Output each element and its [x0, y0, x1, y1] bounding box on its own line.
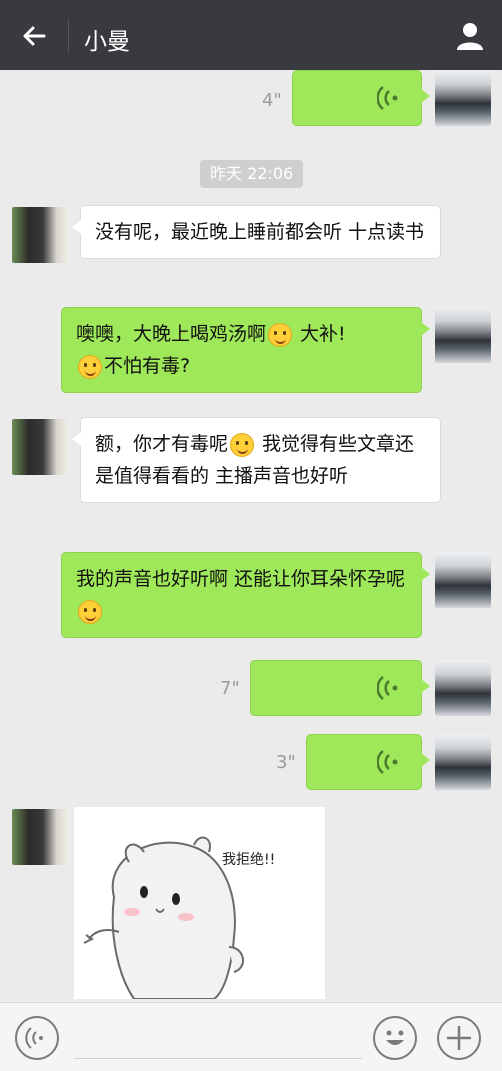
plus-icon: [447, 1026, 471, 1050]
sticker-text: 我拒绝!!: [222, 852, 276, 868]
message-list[interactable]: 4" 昨天 22:06 没有呢，最近晚上睡前都会听 十点读书 噢噢，大晚上喝鸡汤…: [0, 70, 502, 1002]
voice-wave-icon: [377, 86, 398, 110]
contact-avatar[interactable]: [12, 207, 68, 263]
message-text: 噢噢，大晚上喝鸡汤啊: [76, 323, 267, 345]
message-bubble-outgoing[interactable]: 我的声音也好听啊 还能让你耳朵怀孕呢: [61, 552, 430, 638]
emoji-button[interactable]: [373, 1016, 417, 1060]
voice-message-bubble[interactable]: [250, 660, 430, 716]
back-arrow-icon[interactable]: [18, 20, 50, 52]
voice-duration: 3": [276, 752, 296, 773]
timestamp: 昨天 22:06: [200, 160, 304, 188]
contact-avatar[interactable]: [12, 809, 68, 865]
more-button[interactable]: [437, 1016, 481, 1060]
message-input[interactable]: [74, 1058, 362, 1059]
person-icon[interactable]: [454, 20, 486, 52]
message-bubble-incoming[interactable]: 没有呢，最近晚上睡前都会听 十点读书: [72, 205, 441, 259]
hamster-sticker-icon: [83, 836, 244, 1000]
message-bubble-outgoing[interactable]: 噢噢，大晚上喝鸡汤啊 大补! 不怕有毒?: [61, 307, 430, 393]
voice-toggle-button[interactable]: [15, 1016, 59, 1060]
voice-wave-icon: [377, 750, 398, 774]
smirk-emoji-icon: [78, 354, 102, 379]
message-bubble-incoming[interactable]: 额，你才有毒呢 我觉得有些文章还是值得看看的 主播声音也好听: [72, 417, 441, 503]
voice-message-bubble[interactable]: [292, 70, 430, 126]
input-bar: [0, 1002, 502, 1071]
voice-duration: 4": [262, 90, 282, 111]
my-avatar[interactable]: [435, 307, 491, 363]
header-divider: [68, 20, 69, 52]
my-avatar[interactable]: [435, 70, 491, 126]
message-text: 大补!: [294, 323, 346, 345]
grin-emoji-icon: [268, 322, 293, 347]
voice-wave-icon: [377, 676, 398, 700]
emoji-icon: [386, 1030, 404, 1045]
sticker-message[interactable]: 我拒绝!!: [74, 807, 325, 1000]
message-text: 额，你才有毒呢: [95, 433, 229, 455]
kiss-emoji-icon: [78, 599, 102, 624]
voice-duration: 7": [220, 678, 240, 699]
message-text: 我的声音也好听啊 还能让你耳朵怀孕呢: [76, 568, 406, 590]
contact-avatar[interactable]: [12, 419, 68, 475]
chat-title: 小曼: [84, 29, 130, 55]
my-avatar[interactable]: [435, 734, 491, 790]
my-avatar[interactable]: [435, 552, 491, 608]
voice-icon: [25, 1027, 43, 1049]
my-avatar[interactable]: [435, 660, 491, 716]
message-text: 没有呢，最近晚上睡前都会听 十点读书: [95, 221, 425, 243]
message-text: 不怕有毒?: [104, 355, 191, 377]
voice-message-bubble[interactable]: [306, 734, 430, 790]
shy-emoji-icon: [230, 432, 255, 457]
title-bar: 小曼: [0, 0, 502, 70]
